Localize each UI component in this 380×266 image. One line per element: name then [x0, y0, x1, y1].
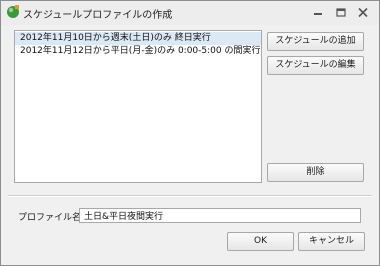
window-title: スケジュールプロファイルの作成	[23, 10, 173, 21]
close-icon[interactable]	[356, 7, 370, 18]
title-bar[interactable]: スケジュールプロファイルの作成	[1, 1, 379, 25]
edit-schedule-button[interactable]: スケジュールの編集	[267, 56, 364, 75]
minimize-icon[interactable]	[311, 7, 325, 18]
schedule-list-item[interactable]: 2012年11月10日から週末(土日)のみ 終日実行	[15, 32, 261, 45]
schedule-list-item[interactable]: 2012年11月12日から平日(月-金)のみ 0:00-5:00 の間実行	[15, 45, 261, 58]
schedule-profile-dialog: スケジュールプロファイルの作成 2012年11月10日から週末(土日)のみ 終日…	[0, 0, 380, 266]
schedule-list[interactable]: 2012年11月10日から週末(土日)のみ 終日実行 2012年11月12日から…	[14, 30, 262, 183]
delete-button[interactable]: 削除	[267, 163, 364, 182]
app-icon	[7, 5, 19, 18]
separator	[8, 195, 372, 197]
profile-name-input[interactable]	[79, 208, 361, 223]
ok-button[interactable]: OK	[227, 232, 294, 251]
maximize-icon[interactable]	[334, 7, 348, 18]
cancel-button[interactable]: キャンセル	[298, 232, 365, 251]
add-schedule-button[interactable]: スケジュールの追加	[267, 32, 364, 51]
profile-name-label: プロファイル名	[18, 213, 82, 223]
